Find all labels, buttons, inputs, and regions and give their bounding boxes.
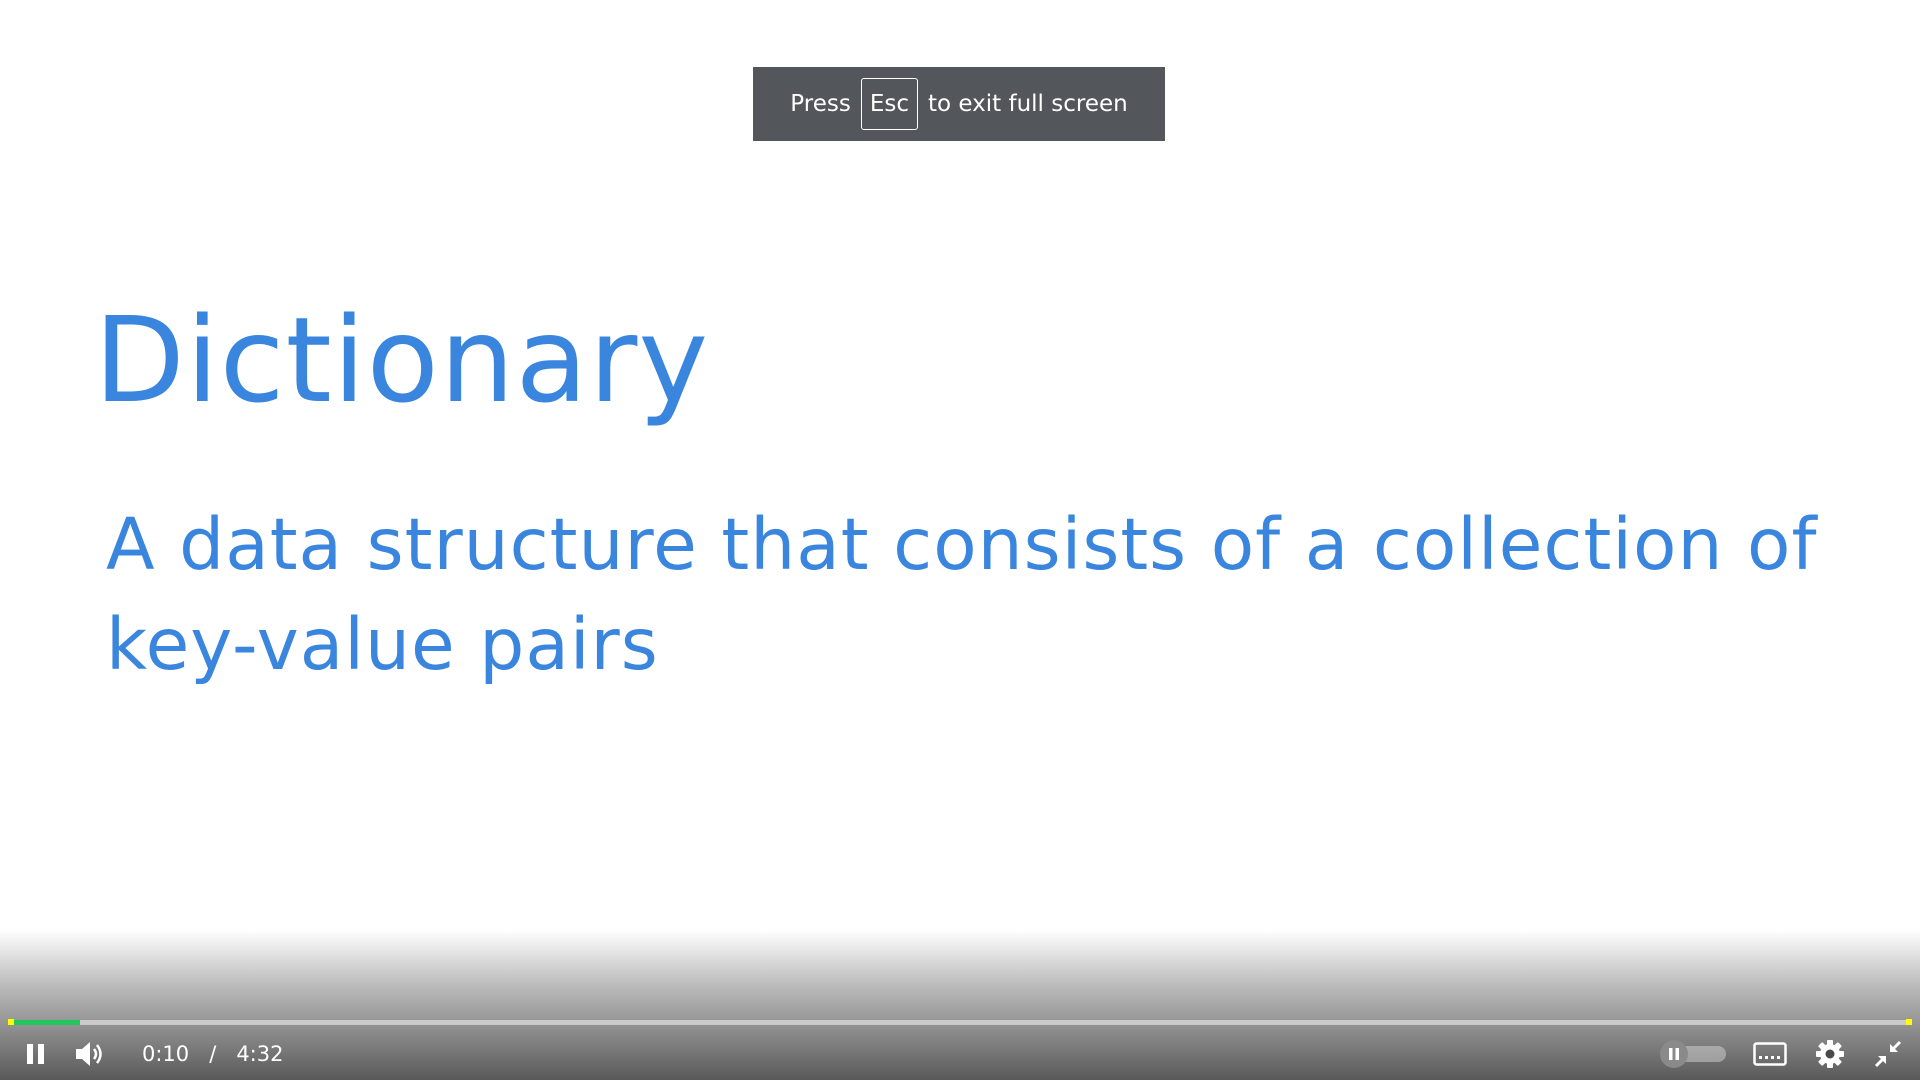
- time-separator: /: [209, 1042, 217, 1066]
- volume-button[interactable]: [68, 1032, 112, 1076]
- control-bar: 0:10 / 4:32: [0, 1032, 1920, 1076]
- pause-button[interactable]: [14, 1032, 58, 1076]
- progress-start-marker: [8, 1019, 14, 1025]
- video-frame[interactable]: Dictionary A data structure that consist…: [0, 0, 1920, 1080]
- captions-icon: [1753, 1042, 1787, 1066]
- toast-prefix: Press: [790, 91, 851, 117]
- esc-key-badge: Esc: [860, 78, 918, 130]
- toast-suffix: to exit full screen: [928, 91, 1128, 117]
- progress-played: [10, 1020, 81, 1025]
- slide-body: A data structure that consists of a coll…: [106, 503, 1818, 686]
- progress-bar[interactable]: [8, 1019, 1912, 1025]
- video-player[interactable]: Dictionary A data structure that consist…: [0, 0, 1920, 1080]
- volume-icon: [76, 1042, 102, 1066]
- toggle-knob: [1660, 1040, 1688, 1068]
- exit-fullscreen-button[interactable]: [1866, 1032, 1910, 1076]
- exit-fullscreen-icon: [1874, 1040, 1902, 1068]
- autoplay-toggle[interactable]: [1660, 1040, 1728, 1068]
- captions-button[interactable]: [1750, 1032, 1790, 1076]
- time-display: 0:10 / 4:32: [142, 1032, 283, 1076]
- pause-icon: [27, 1044, 44, 1064]
- current-time: 0:10: [142, 1042, 190, 1066]
- pause-small-icon: [1669, 1048, 1679, 1060]
- fullscreen-toast: Press Esc to exit full screen: [753, 67, 1165, 141]
- duration: 4:32: [236, 1042, 284, 1066]
- slide-title: Dictionary: [94, 291, 710, 429]
- gear-icon: [1816, 1040, 1844, 1068]
- settings-button[interactable]: [1808, 1032, 1852, 1076]
- progress-end-marker: [1906, 1019, 1912, 1025]
